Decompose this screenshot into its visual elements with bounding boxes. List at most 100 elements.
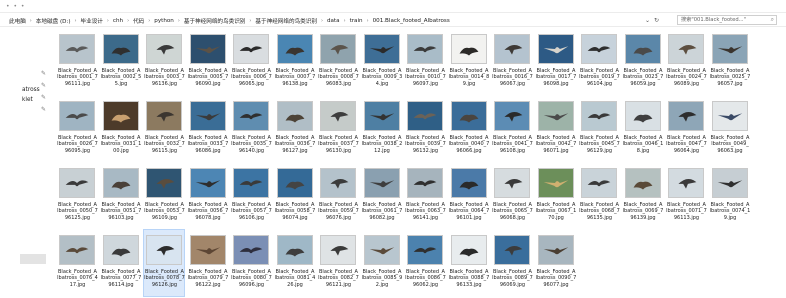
breadcrumb-separator[interactable]: › [318,18,326,24]
file-item[interactable]: Black_Footed_A lbatross_0065_7 96068.jpg [491,164,535,231]
breadcrumb-separator[interactable]: › [145,18,153,24]
file-item[interactable]: Black_Footed_A lbatross_0090_7 96077.jpg [535,231,579,298]
file-item[interactable]: Black_Footed_A lbatross_0037_7 96130.jpg [317,97,361,164]
breadcrumb-separator[interactable]: › [124,18,132,24]
file-item[interactable]: Black_Footed_A lbatross_0079_7 96122.jpg [187,231,231,298]
chevron-down-icon[interactable]: ⌄ [643,17,652,24]
file-item[interactable]: Black_Footed_A lbatross_0017_7 96098.jpg [535,30,579,97]
file-item[interactable]: Black_Footed_A lbatross_0006_7 96065.jpg [230,30,274,97]
file-item[interactable]: Black_Footed_A lbatross_0059_7 96076.jpg [317,164,361,231]
file-item[interactable]: Black_Footed_A lbatross_0014_8 9.jpg [448,30,492,97]
file-item[interactable]: Black_Footed_A lbatross_0024_7 96089.jpg [665,30,709,97]
file-item[interactable]: Black_Footed_A lbatross_0061_7 96082.jpg [361,164,405,231]
file-item[interactable]: Black_Footed_A lbatross_0071_7 96113.jpg [665,164,709,231]
file-item[interactable]: Black_Footed_A lbatross_0045_7 96129.jpg [578,97,622,164]
file-item[interactable]: Black_Footed_A lbatross_0031_1 00.jpg [100,97,144,164]
breadcrumb-item[interactable]: 基于神经网络的鸟类识别 [183,17,247,25]
sidebar-item-klet[interactable]: klet [22,97,33,103]
file-item[interactable]: Black_Footed_A lbatross_0033_7 96086.jpg [187,97,231,164]
file-item[interactable]: Black_Footed_A lbatross_0026_7 96095.jpg [56,97,100,164]
file-item[interactable]: Black_Footed_A lbatross_0081_4 26.jpg [274,231,318,298]
sidebar-item-albatross[interactable]: atross [22,87,40,93]
file-item[interactable]: Black_Footed_A lbatross_0085_9 2.jpg [361,231,405,298]
file-item[interactable]: Black_Footed_A lbatross_0023_7 96059.jpg [622,30,666,97]
file-item[interactable]: Black_Footed_A lbatross_0035_7 96140.jpg [230,97,274,164]
file-name: Black_Footed_A lbatross_0005_7 96090.jpg [187,68,230,87]
search-input[interactable]: 搜索"001.Black_footed..." ⌕ [677,15,777,25]
breadcrumb-item[interactable]: python [153,18,175,24]
file-name: Black_Footed_A lbatross_0088_7 96133.jpg [448,269,491,288]
file-item[interactable]: Black_Footed_A lbatross_0080_7 96096.jpg [230,231,274,298]
breadcrumb-item[interactable]: 毕业设计 [80,17,104,25]
breadcrumb-item[interactable]: 001.Black_footed_Albatross [372,18,451,24]
file-item[interactable]: Black_Footed_A lbatross_0088_7 96133.jpg [448,231,492,298]
sidebar-selected-item[interactable] [20,254,46,264]
file-item[interactable]: Black_Footed_A lbatross_0009_3 4.jpg [361,30,405,97]
breadcrumb-item[interactable]: data [326,18,341,24]
breadcrumb-item[interactable]: 基于神经网络的鸟类识别 [254,17,318,25]
file-item[interactable]: Black_Footed_A lbatross_0019_7 96104.jpg [578,30,622,97]
file-item[interactable]: Black_Footed_A lbatross_0001_7 96111.jpg [56,30,100,97]
file-item[interactable]: Black_Footed_A lbatross_0005_7 96090.jpg [187,30,231,97]
breadcrumb-separator[interactable]: › [175,18,183,24]
refresh-icon[interactable]: ↻ [652,17,661,24]
pin-icon[interactable]: ✎ [41,83,46,89]
file-item[interactable]: Black_Footed_A lbatross_0016_7 96067.jpg [491,30,535,97]
file-item[interactable]: Black_Footed_A lbatross_0056_7 96078.jpg [187,164,231,231]
breadcrumb-separator[interactable]: › [72,18,80,24]
file-item[interactable]: Black_Footed_A lbatross_0051_7 96103.jpg [100,164,144,231]
file-item[interactable]: Black_Footed_A lbatross_0042_7 96071.jpg [535,97,579,164]
file-name-line: lbatross_0089_7 [492,275,533,282]
file-item[interactable]: Black_Footed_A lbatross_0068_7 96135.jpg [578,164,622,231]
file-item[interactable]: Black_Footed_A lbatross_0053_7 96109.jpg [143,164,187,231]
breadcrumb-item[interactable]: 本地磁盘 (D:) [35,17,72,25]
file-name: Black_Footed_A lbatross_0061_7 96082.jpg [361,202,404,221]
file-item[interactable]: Black_Footed_A lbatross_0041_7 96108.jpg [491,97,535,164]
file-item[interactable]: Black_Footed_A lbatross_0010_7 96097.jpg [404,30,448,97]
file-name-line: lbatross_0026_7 [57,141,98,148]
breadcrumb-separator[interactable]: › [341,18,349,24]
breadcrumb-separator[interactable]: › [27,18,35,24]
file-item[interactable]: Black_Footed_A lbatross_0058_7 96074.jpg [274,164,318,231]
file-item[interactable]: Black_Footed_A lbatross_0036_7 96127.jpg [274,97,318,164]
breadcrumb-separator[interactable]: › [104,18,112,24]
file-item[interactable]: Black_Footed_A lbatross_0082_7 96121.jpg [317,231,361,298]
breadcrumb-item[interactable]: 代码 [132,17,145,25]
file-item[interactable]: Black_Footed_A lbatross_0003_7 96136.jpg [143,30,187,97]
breadcrumb-separator[interactable]: › [364,18,372,24]
file-item[interactable]: Black_Footed_A lbatross_0077_7 96114.jpg [100,231,144,298]
file-item[interactable]: Black_Footed_A lbatross_0086_7 96062.jpg [404,231,448,298]
pin-icon[interactable]: ✎ [41,95,46,101]
file-item[interactable]: Black_Footed_A lbatross_0074_1 9.jpg [709,164,753,231]
file-item[interactable]: Black_Footed_A lbatross_0067_1 70.jpg [535,164,579,231]
file-item[interactable]: Black_Footed_A lbatross_0057_7 96106.jpg [230,164,274,231]
file-item[interactable]: Black_Footed_A lbatross_0076_4 17.jpg [56,231,100,298]
file-name-line: lbatross_0047_7 [666,141,707,148]
file-name-line: 96096.jpg [238,281,265,288]
pin-icon[interactable]: ✎ [41,71,46,77]
file-item[interactable]: Black_Footed_A lbatross_0078_7 96126.jpg [143,229,187,298]
file-item[interactable]: Black_Footed_A lbatross_0040_7 96066.jpg [448,97,492,164]
file-item[interactable]: Black_Footed_A lbatross_0008_7 96083.jpg [317,30,361,97]
breadcrumb-item[interactable]: train [349,18,364,24]
file-item[interactable]: Black_Footed_A lbatross_0049_ 96063.jpg [709,97,753,164]
file-name-line: 96114.jpg [108,281,134,288]
file-item[interactable]: Black_Footed_A lbatross_0038_2 12.jpg [361,97,405,164]
file-item[interactable]: Black_Footed_A lbatross_0063_7 96141.jpg [404,164,448,231]
address-bar[interactable]: 此电脑 › 本地磁盘 (D:) › 毕业设计 › chh › 代码 › python › 基于神经网络的… [0,12,786,27]
file-item[interactable]: Black_Footed_A lbatross_0064_7 96101.jpg [448,164,492,231]
file-item[interactable]: Black_Footed_A lbatross_0025_7 96057.jpg [709,30,753,97]
file-item[interactable]: Black_Footed_A lbatross_0002_5 5.jpg [100,30,144,97]
file-item[interactable]: Black_Footed_A lbatross_0032_7 96115.jpg [143,97,187,164]
breadcrumb-separator[interactable]: › [246,18,254,24]
file-item[interactable]: Black_Footed_A lbatross_0039_7 96132.jpg [404,97,448,164]
pin-icon[interactable]: ✎ [41,107,46,113]
file-item[interactable]: Black_Footed_A lbatross_0007_7 96138.jpg [274,30,318,97]
file-item[interactable]: Black_Footed_A lbatross_0046_1 8.jpg [622,97,666,164]
breadcrumb-item[interactable]: chh [112,18,124,24]
file-item[interactable]: Black_Footed_A lbatross_0089_7 96069.jpg [491,231,535,298]
breadcrumb-item[interactable]: 此电脑 [8,17,27,25]
file-item[interactable]: Black_Footed_A lbatross_0050_7 96125.jpg [56,164,100,231]
file-item[interactable]: Black_Footed_A lbatross_0047_7 96064.jpg [665,97,709,164]
file-item[interactable]: Black_Footed_A lbatross_0069_7 96139.jpg [622,164,666,231]
